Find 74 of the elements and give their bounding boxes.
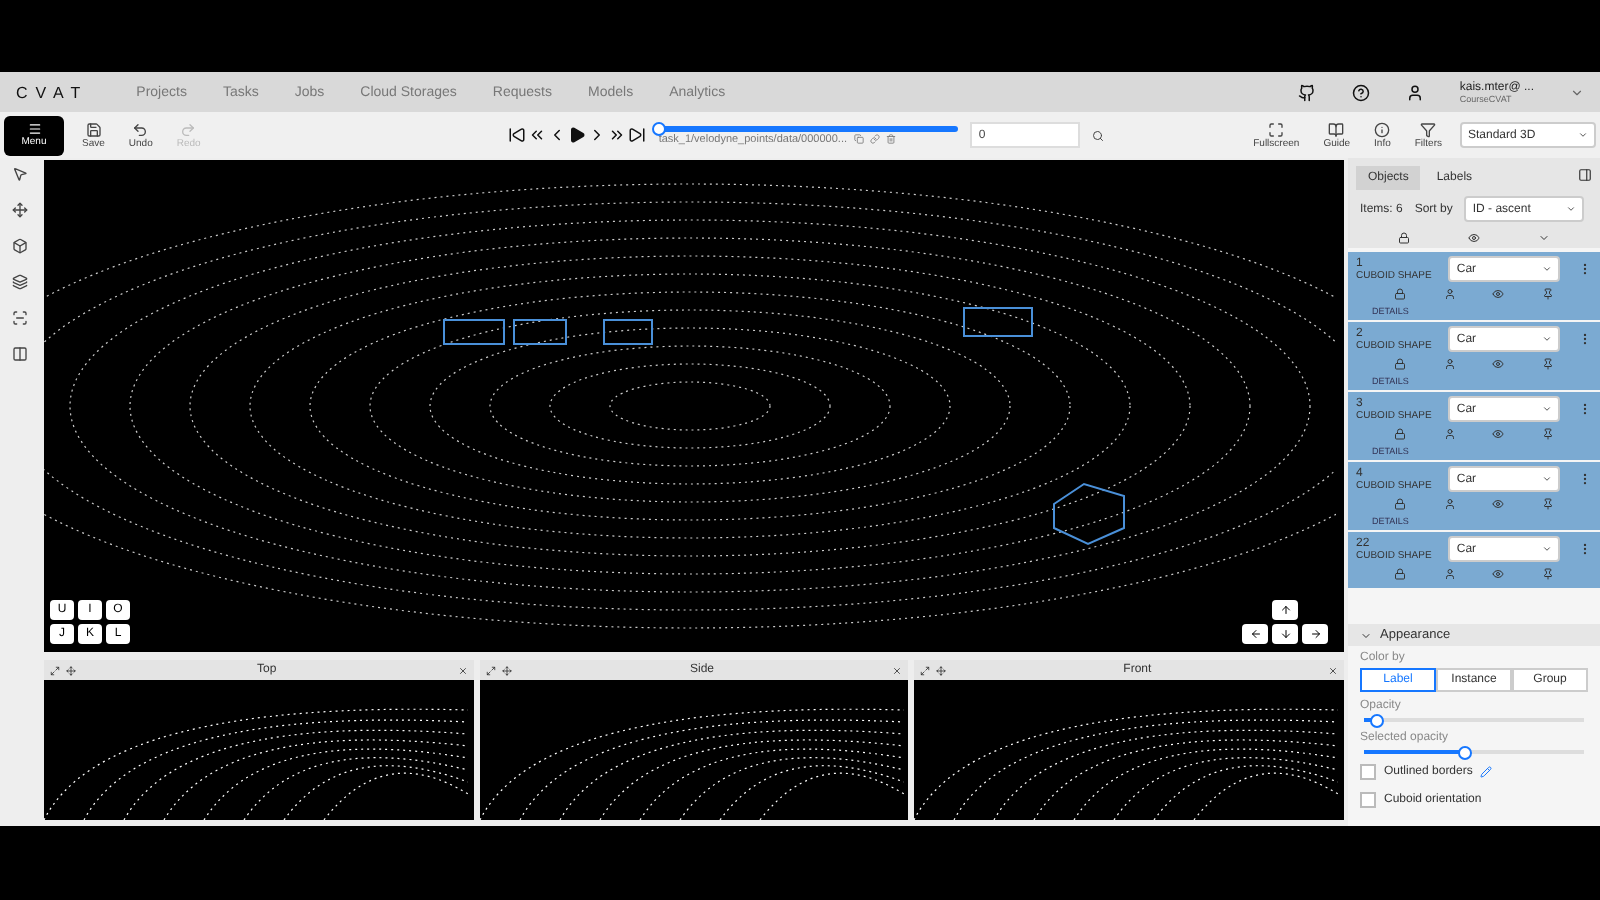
pin-icon[interactable]	[1541, 358, 1554, 370]
move-icon[interactable]	[501, 665, 512, 675]
lock-icon[interactable]	[1394, 288, 1407, 300]
user-icon[interactable]	[1405, 83, 1424, 101]
tool-icon[interactable]	[12, 310, 28, 326]
arrow-key[interactable]	[1272, 624, 1298, 644]
caret-icon	[1566, 204, 1577, 214]
eye-icon[interactable]	[1467, 232, 1480, 244]
book-icon	[1328, 121, 1345, 137]
lock-icon[interactable]	[1394, 568, 1407, 580]
move-icon[interactable]	[936, 665, 947, 675]
arrow-icon	[1279, 604, 1291, 616]
lock-icon[interactable]	[1394, 358, 1407, 370]
undo-icon	[132, 121, 149, 137]
lock-icon[interactable]	[1397, 232, 1410, 244]
eye-icon[interactable]	[1492, 358, 1505, 370]
slider-thumb[interactable]	[1369, 714, 1383, 728]
arrow-key[interactable]	[1302, 624, 1328, 644]
redo-icon	[180, 121, 197, 137]
arrow-icon	[1309, 628, 1321, 640]
eye-icon[interactable]	[1492, 428, 1505, 440]
caret-icon	[1542, 474, 1553, 484]
caret-icon	[1542, 404, 1553, 414]
copy-icon[interactable]	[853, 134, 863, 144]
tool-icon[interactable]	[12, 346, 28, 362]
tool-icon[interactable]	[12, 238, 28, 254]
pin-icon[interactable]	[1541, 428, 1554, 440]
tool-icon[interactable]	[12, 274, 28, 290]
panel-icon[interactable]	[1578, 168, 1592, 182]
slider-thumb[interactable]	[652, 121, 667, 135]
expand-icon[interactable]	[920, 665, 931, 675]
tool-icon[interactable]	[12, 202, 28, 218]
arrow-icon	[1249, 628, 1261, 640]
delete-icon[interactable]	[885, 134, 895, 144]
expand-icon[interactable]	[50, 665, 60, 675]
frame-slider[interactable]	[658, 125, 959, 131]
arrow-key[interactable]	[1272, 600, 1298, 620]
help-icon[interactable]	[1351, 83, 1370, 101]
fullscreen-icon	[1268, 121, 1285, 137]
arrow-key[interactable]	[1242, 624, 1268, 644]
pin-icon[interactable]	[1541, 498, 1554, 510]
github-icon[interactable]	[1297, 83, 1316, 101]
lock-icon[interactable]	[1394, 428, 1407, 440]
save-icon	[85, 121, 102, 137]
filter-icon	[1420, 121, 1437, 137]
caret-icon	[1542, 544, 1553, 554]
slider-thumb[interactable]	[1457, 746, 1471, 760]
move-icon[interactable]	[66, 665, 76, 675]
player-control-icon[interactable]	[528, 126, 547, 144]
pencil-icon[interactable]	[1480, 766, 1493, 778]
logo: CVAT	[16, 83, 89, 101]
eye-icon[interactable]	[1492, 288, 1505, 300]
info-icon	[1374, 121, 1391, 137]
player-control-icon[interactable]	[508, 126, 527, 144]
player-control-icon[interactable]	[608, 126, 627, 144]
expand-icon[interactable]	[485, 665, 496, 675]
caret-icon	[1578, 130, 1588, 140]
pin-icon[interactable]	[1541, 568, 1554, 580]
lock-icon[interactable]	[1394, 498, 1407, 510]
pin-icon[interactable]	[1541, 288, 1554, 300]
tool-icon[interactable]	[12, 166, 28, 182]
caret-icon[interactable]	[1570, 85, 1584, 99]
player-control-icon[interactable]	[628, 126, 647, 144]
checkbox[interactable]	[1360, 764, 1376, 780]
menu-icon	[27, 122, 41, 136]
caret-icon	[1542, 334, 1553, 344]
checkbox[interactable]	[1360, 792, 1376, 808]
arrow-icon	[1279, 628, 1291, 640]
eye-icon[interactable]	[1492, 498, 1505, 510]
caret-icon	[1542, 264, 1553, 274]
caret-icon	[1360, 629, 1372, 641]
eye-icon[interactable]	[1492, 568, 1505, 580]
caret-icon[interactable]	[1538, 232, 1551, 244]
search-icon[interactable]	[1092, 129, 1105, 141]
